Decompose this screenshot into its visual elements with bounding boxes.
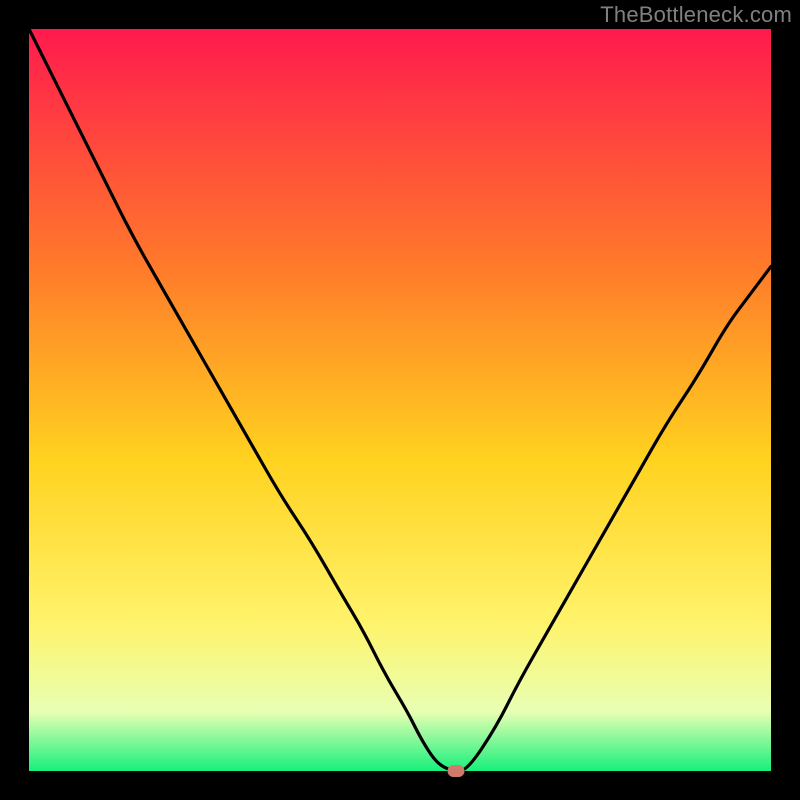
gradient-background <box>29 29 771 771</box>
marker-dot <box>447 765 464 777</box>
watermark-text: TheBottleneck.com <box>600 2 792 28</box>
chart-plot-area <box>29 29 771 771</box>
chart-container: TheBottleneck.com <box>0 0 800 800</box>
